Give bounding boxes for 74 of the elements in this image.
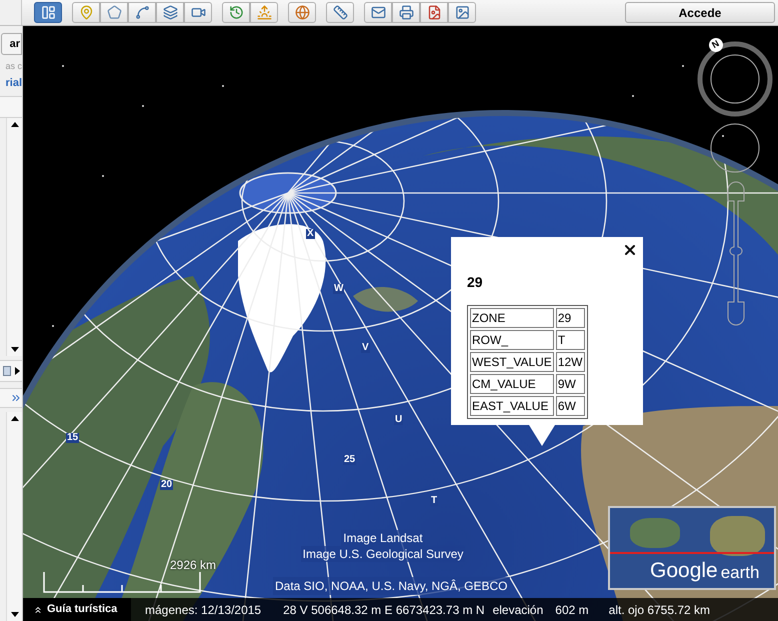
chevrons-up-icon	[33, 604, 43, 614]
grid-label: X	[306, 229, 315, 239]
toolbar-button[interactable]	[250, 2, 278, 23]
table-cell: ROW_	[470, 330, 554, 350]
planet-icon	[294, 5, 310, 20]
compass-ring-icon[interactable]	[696, 40, 774, 118]
toolbar-button[interactable]	[34, 2, 62, 23]
toolbar-button[interactable]	[288, 2, 316, 23]
grid-label: 20	[160, 480, 174, 490]
email-icon	[370, 5, 386, 20]
sidebar-link[interactable]: rial	[5, 76, 22, 90]
expand-button[interactable]	[0, 388, 22, 408]
sign-in-button[interactable]: Accede	[625, 2, 775, 23]
grid-label: W	[333, 284, 344, 294]
grid-label: 25	[343, 455, 356, 465]
logo-text: Google	[650, 560, 718, 581]
attribution-text: Data SIO, NOAA, U.S. Navy, NGÂ, GEBCO	[273, 577, 510, 595]
toolbar-button[interactable]	[100, 2, 128, 23]
toolbar-button[interactable]	[156, 2, 184, 23]
toolbar-button[interactable]	[128, 2, 156, 23]
tour-guide-button[interactable]: Guía turística	[23, 598, 131, 621]
double-chevron-icon	[10, 392, 22, 404]
table-cell: 6W	[556, 396, 584, 416]
grid-label: U	[394, 415, 404, 425]
image-icon	[454, 5, 470, 20]
print-icon	[398, 5, 414, 20]
grid-label: 15	[66, 433, 80, 443]
scroll-up-icon[interactable]	[10, 414, 20, 424]
imagery-date: mágenes: 12/13/2015	[145, 602, 262, 618]
close-icon[interactable]	[622, 242, 638, 258]
sidebar-button[interactable]: ar	[1, 33, 22, 55]
table-cell: 12W	[556, 352, 584, 372]
grid-label: V	[361, 343, 370, 353]
scroll-down-icon[interactable]	[10, 609, 20, 619]
balloon-title: 29	[467, 273, 483, 292]
attribution-text: Image Landsat	[341, 530, 425, 546]
attribution-text: Image U.S. Geological Survey	[300, 546, 466, 562]
slider-thumb[interactable]	[3, 366, 11, 376]
land-patch	[630, 518, 680, 548]
scale-label: 2926 km	[170, 557, 216, 574]
coordinates: 28 V 506648.32 m E 6673423.73 m N	[283, 602, 485, 618]
look-joystick-icon[interactable]	[710, 123, 760, 173]
sidebar-toggle-icon	[40, 5, 56, 20]
zoom-slider-icon[interactable]	[727, 181, 745, 326]
table-cell: WEST_VALUE	[470, 352, 554, 372]
ruler-icon	[332, 5, 348, 20]
play-icon[interactable]	[12, 366, 22, 376]
table-cell: ZONE	[470, 308, 554, 328]
scale-bar-icon	[43, 571, 201, 593]
toolbar-button[interactable]	[392, 2, 420, 23]
grid-label: T	[430, 496, 438, 506]
sunrise-icon	[256, 5, 272, 20]
table-cell: 9W	[556, 374, 584, 394]
toolbar-button[interactable]	[364, 2, 392, 23]
scroll-down-icon[interactable]	[10, 344, 20, 354]
land-patch	[710, 516, 765, 556]
history-clock-icon	[228, 5, 244, 20]
table-cell: T	[556, 330, 584, 350]
toolbar-button[interactable]	[420, 2, 448, 23]
overview-map[interactable]: Google earth	[608, 506, 776, 590]
elevation-label: elevación	[492, 602, 544, 618]
toolbar-button[interactable]	[326, 2, 354, 23]
table-cell: EAST_VALUE	[470, 396, 554, 416]
table-cell: CM_VALUE	[470, 374, 554, 394]
toolbar-button[interactable]	[448, 2, 476, 23]
sidebar-hint: as c	[5, 60, 22, 72]
toolbar-button[interactable]	[184, 2, 212, 23]
elevation-value: 602 m	[555, 602, 589, 618]
logo-text: earth	[720, 564, 760, 581]
video-camera-icon	[190, 5, 206, 20]
toolbar-button[interactable]	[222, 2, 250, 23]
eye-altitude: alt. ojo 6755.72 km	[608, 602, 710, 618]
table-cell: 29	[556, 308, 584, 328]
scroll-up-icon[interactable]	[10, 120, 20, 130]
